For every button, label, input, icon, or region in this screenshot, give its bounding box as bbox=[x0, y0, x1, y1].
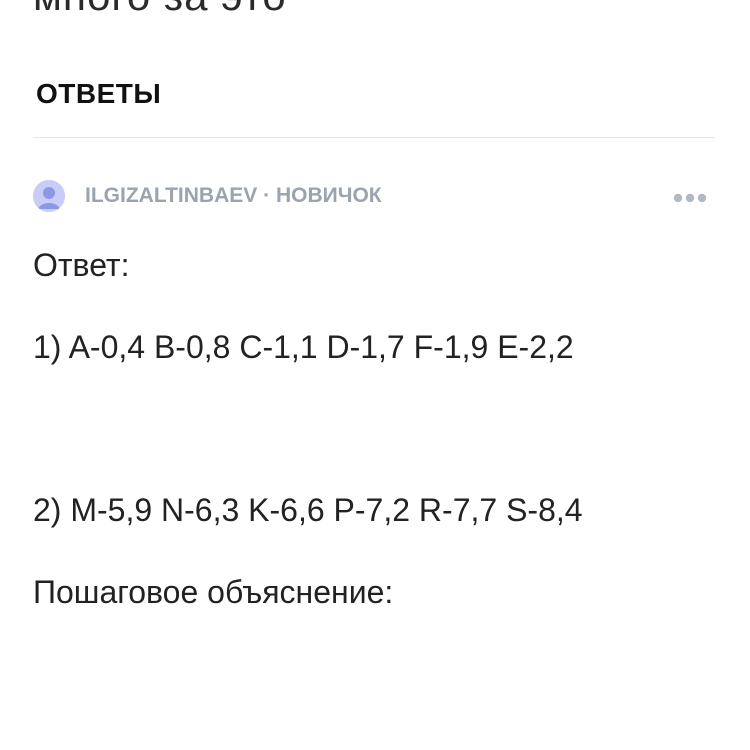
answer-author-row: ILGIZALTINBAEV · НОВИЧОК bbox=[33, 178, 715, 214]
answers-heading: ОТВЕТЫ bbox=[36, 78, 162, 109]
more-horizontal-icon[interactable] bbox=[673, 190, 707, 203]
author-info: ILGIZALTINBAEV · НОВИЧОК bbox=[85, 184, 382, 208]
avatar[interactable] bbox=[33, 180, 65, 212]
author-separator: · bbox=[257, 184, 276, 207]
question-title-partial: много за это bbox=[33, 0, 287, 20]
answer-line-2: 2) M-5,9 N-6,3 K-6,6 P-7,2 R-7,7 S-8,4 bbox=[33, 492, 583, 528]
answer-line-1: 1) A-0,4 B-0,8 C-1,1 D-1,7 F-1,9 E-2,2 bbox=[33, 329, 574, 365]
explanation-label: Пошаговое объяснение: bbox=[33, 574, 394, 610]
user-avatar-icon bbox=[33, 180, 65, 212]
author-rank: НОВИЧОК bbox=[275, 184, 382, 207]
section-divider bbox=[33, 137, 715, 138]
answer-label: Ответ: bbox=[33, 247, 130, 283]
author-username[interactable]: ILGIZALTINBAEV bbox=[85, 184, 257, 207]
